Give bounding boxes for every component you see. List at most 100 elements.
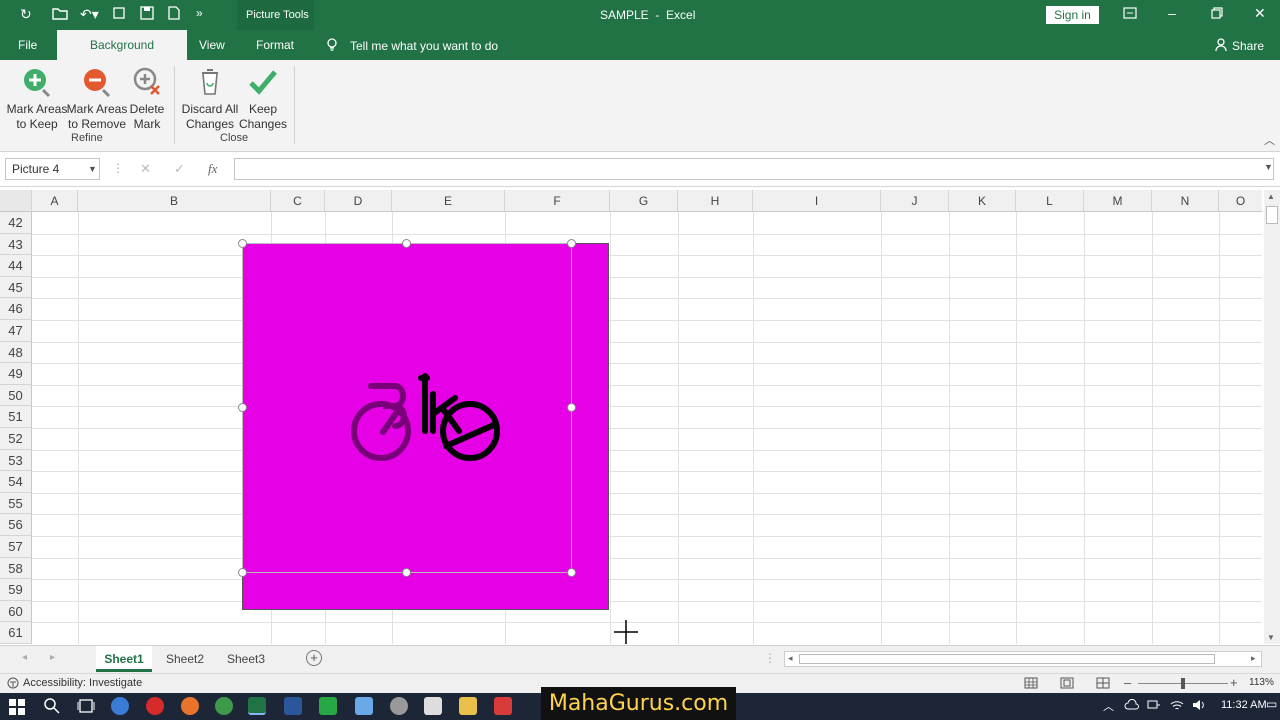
scroll-right-icon[interactable]: ▸: [1251, 653, 1256, 664]
column-header[interactable]: L: [1016, 190, 1084, 212]
ribbon-display-icon[interactable]: [1123, 7, 1137, 22]
row-header[interactable]: 54: [0, 471, 32, 493]
notepad-app-icon[interactable]: [355, 697, 373, 715]
mark-areas-to-keep-button[interactable]: Mark Areas to Keep: [6, 66, 68, 132]
open-icon[interactable]: [52, 6, 68, 23]
row-header[interactable]: 50: [0, 384, 32, 407]
more-commands-icon[interactable]: »: [196, 6, 203, 20]
row-header[interactable]: 44: [0, 255, 32, 277]
delete-mark-button[interactable]: Delete Mark: [126, 66, 168, 132]
scroll-sheets-right-icon[interactable]: ▸: [50, 652, 55, 663]
sheet-tab-sheet1[interactable]: Sheet1: [96, 646, 152, 672]
chevron-up-icon[interactable]: ︿: [1103, 698, 1114, 714]
firefox-browser-icon[interactable]: [181, 697, 199, 715]
resize-handle[interactable]: [402, 239, 411, 248]
row-header[interactable]: 42: [0, 212, 32, 234]
resize-handle[interactable]: [402, 568, 411, 577]
row-header[interactable]: 56: [0, 514, 32, 536]
row-header[interactable]: 47: [0, 320, 32, 342]
windows-start-icon[interactable]: [9, 699, 25, 718]
row-header[interactable]: 55: [0, 492, 32, 515]
column-header[interactable]: N: [1152, 190, 1219, 212]
column-header[interactable]: G: [610, 190, 678, 212]
row-header[interactable]: 43: [0, 233, 32, 256]
column-header[interactable]: A: [32, 190, 78, 212]
chrome-browser-icon[interactable]: [215, 697, 233, 715]
network-icon[interactable]: [1147, 699, 1161, 714]
row-header[interactable]: 61: [0, 622, 32, 644]
settings-gear-icon[interactable]: [390, 697, 408, 715]
tab-file[interactable]: File: [10, 30, 45, 60]
select-all-corner[interactable]: [0, 190, 32, 212]
task-view-icon[interactable]: [77, 698, 95, 717]
resize-handle[interactable]: [567, 403, 576, 412]
row-header[interactable]: 53: [0, 449, 32, 472]
column-header[interactable]: D: [325, 190, 392, 212]
enter-icon[interactable]: ✓: [174, 161, 185, 177]
insert-function-icon[interactable]: fx: [208, 161, 217, 177]
chevron-down-icon[interactable]: ▼: [88, 159, 97, 179]
row-header[interactable]: 57: [0, 536, 32, 558]
column-header[interactable]: E: [392, 190, 505, 212]
share-button[interactable]: Share: [1232, 39, 1264, 53]
opera-browser-icon[interactable]: [146, 697, 164, 715]
minimize-icon[interactable]: –: [1168, 5, 1176, 21]
scroll-left-icon[interactable]: ◂: [788, 653, 793, 664]
accessibility-status[interactable]: Accessibility: Investigate: [23, 677, 142, 689]
clock[interactable]: 11:32 AM: [1221, 699, 1267, 711]
scroll-sheets-left-icon[interactable]: ◂: [22, 652, 27, 663]
column-header[interactable]: H: [678, 190, 753, 212]
picture-4[interactable]: [242, 243, 609, 610]
horizontal-scrollbar[interactable]: ◂ ▸: [784, 651, 1262, 667]
row-header[interactable]: 59: [0, 579, 32, 601]
close-icon[interactable]: ✕: [1254, 5, 1266, 22]
calculator-app-icon[interactable]: [424, 697, 442, 715]
page-break-icon[interactable]: [1096, 677, 1110, 692]
column-header[interactable]: B: [78, 190, 271, 212]
camtasia-app-icon[interactable]: [319, 697, 337, 715]
zoom-out-button[interactable]: –: [1124, 675, 1131, 690]
row-header[interactable]: 58: [0, 557, 32, 580]
page-layout-icon[interactable]: [1060, 677, 1074, 692]
keep-changes-button[interactable]: Keep Changes: [238, 66, 288, 132]
splitter-icon[interactable]: ⋮: [764, 651, 776, 665]
restore-icon[interactable]: [1211, 7, 1223, 22]
cloud-icon[interactable]: [1124, 699, 1140, 714]
zoom-level[interactable]: 113%: [1249, 677, 1274, 688]
sheet-tab-sheet2[interactable]: Sheet2: [158, 646, 212, 672]
search-icon[interactable]: [44, 698, 60, 717]
tab-background-removal[interactable]: Background Removal: [57, 30, 187, 82]
zoom-slider-thumb[interactable]: [1181, 678, 1185, 689]
column-header[interactable]: K: [949, 190, 1016, 212]
discard-all-changes-button[interactable]: Discard All Changes: [180, 66, 240, 132]
touch-mode-icon[interactable]: [112, 6, 126, 23]
tell-me-search[interactable]: Tell me what you want to do: [350, 39, 498, 53]
row-header[interactable]: 48: [0, 341, 32, 364]
scroll-up-icon[interactable]: ▲: [1267, 192, 1275, 201]
column-header[interactable]: I: [753, 190, 881, 212]
normal-view-icon[interactable]: [1024, 677, 1038, 692]
resize-handle[interactable]: [567, 568, 576, 577]
edge-browser-icon[interactable]: [111, 697, 129, 715]
expand-formula-icon[interactable]: ▼: [1264, 162, 1273, 172]
column-header[interactable]: C: [271, 190, 325, 212]
wifi-icon[interactable]: [1170, 699, 1184, 714]
new-icon[interactable]: [168, 6, 180, 23]
row-header[interactable]: 45: [0, 276, 32, 299]
column-header[interactable]: J: [881, 190, 949, 212]
undo-icon[interactable]: ↶▾: [80, 6, 99, 23]
worksheet-grid[interactable]: A B C D E F G H I J K L M N O 42 43 44 4…: [0, 190, 1280, 644]
tab-format[interactable]: Format: [248, 30, 302, 60]
resize-handle[interactable]: [238, 239, 247, 248]
column-header[interactable]: F: [505, 190, 610, 212]
mark-areas-to-remove-button[interactable]: Mark Areas to Remove: [66, 66, 128, 132]
scrollbar-thumb[interactable]: [1266, 206, 1278, 224]
name-box[interactable]: Picture 4 ▼: [5, 158, 100, 180]
row-header[interactable]: 52: [0, 428, 32, 450]
sheet-tab-sheet3[interactable]: Sheet3: [219, 646, 273, 672]
volume-icon[interactable]: [1192, 699, 1206, 714]
resize-handle[interactable]: [238, 403, 247, 412]
add-sheet-icon[interactable]: +: [306, 650, 322, 666]
file-explorer-icon[interactable]: [459, 697, 477, 715]
word-app-icon[interactable]: [284, 697, 302, 715]
